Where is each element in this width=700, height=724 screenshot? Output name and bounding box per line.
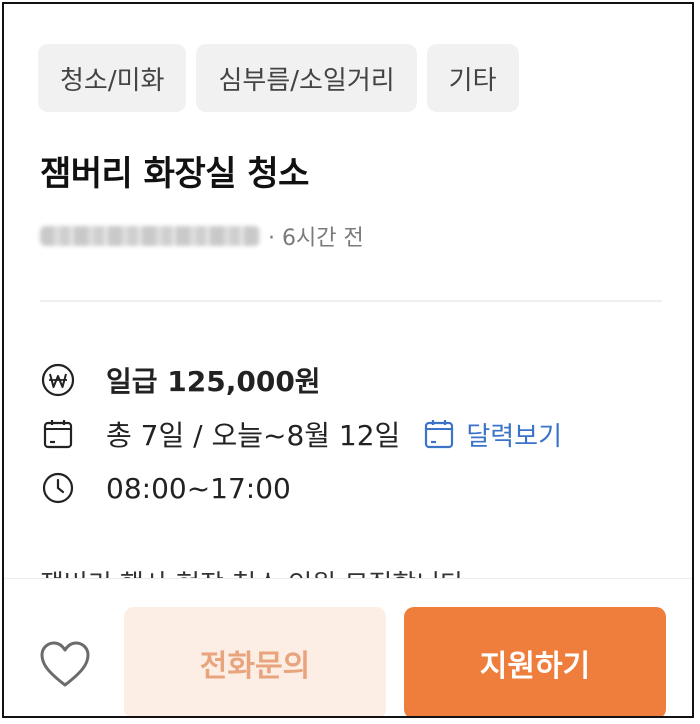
heart-icon[interactable] [38, 639, 92, 689]
divider [40, 300, 662, 302]
calendar-link-label: 달력보기 [466, 421, 563, 452]
pay-text: 일급 125,000원 [106, 365, 321, 398]
posted-time: · 6시간 전 [268, 226, 364, 251]
calendar-icon [40, 416, 76, 452]
blurred-author-location [40, 226, 260, 246]
date-row: 총 7일 / 오늘~8월 12일 달력보기 [40, 414, 562, 454]
post-title: 잼버리 화장실 청소 [40, 154, 309, 194]
won-icon [40, 362, 76, 398]
job-post-card: 청소/미화 심부름/소일거리 기타 잼버리 화장실 청소 · 6시간 전 일급 … [2, 2, 694, 718]
clock-icon [40, 470, 76, 506]
category-tag[interactable]: 기타 [426, 44, 519, 112]
time-text: 08:00~17:00 [106, 471, 291, 505]
date-range-text: 총 7일 / 오늘~8월 12일 [106, 419, 401, 452]
apply-button[interactable]: 지원하기 [404, 607, 666, 716]
category-tag[interactable]: 심부름/소일거리 [196, 44, 417, 112]
post-meta: · 6시간 전 [40, 220, 364, 252]
calendar-view-link[interactable]: 달력보기 [422, 416, 562, 453]
calendar-icon [422, 417, 456, 451]
pay-row: 일급 125,000원 [40, 360, 321, 400]
time-row: 08:00~17:00 [40, 470, 291, 506]
category-tags: 청소/미화 심부름/소일거리 기타 [38, 44, 519, 112]
bottom-action-bar: 전화문의 지원하기 [4, 578, 692, 716]
call-inquiry-button[interactable]: 전화문의 [124, 607, 386, 716]
category-tag[interactable]: 청소/미화 [38, 44, 187, 112]
